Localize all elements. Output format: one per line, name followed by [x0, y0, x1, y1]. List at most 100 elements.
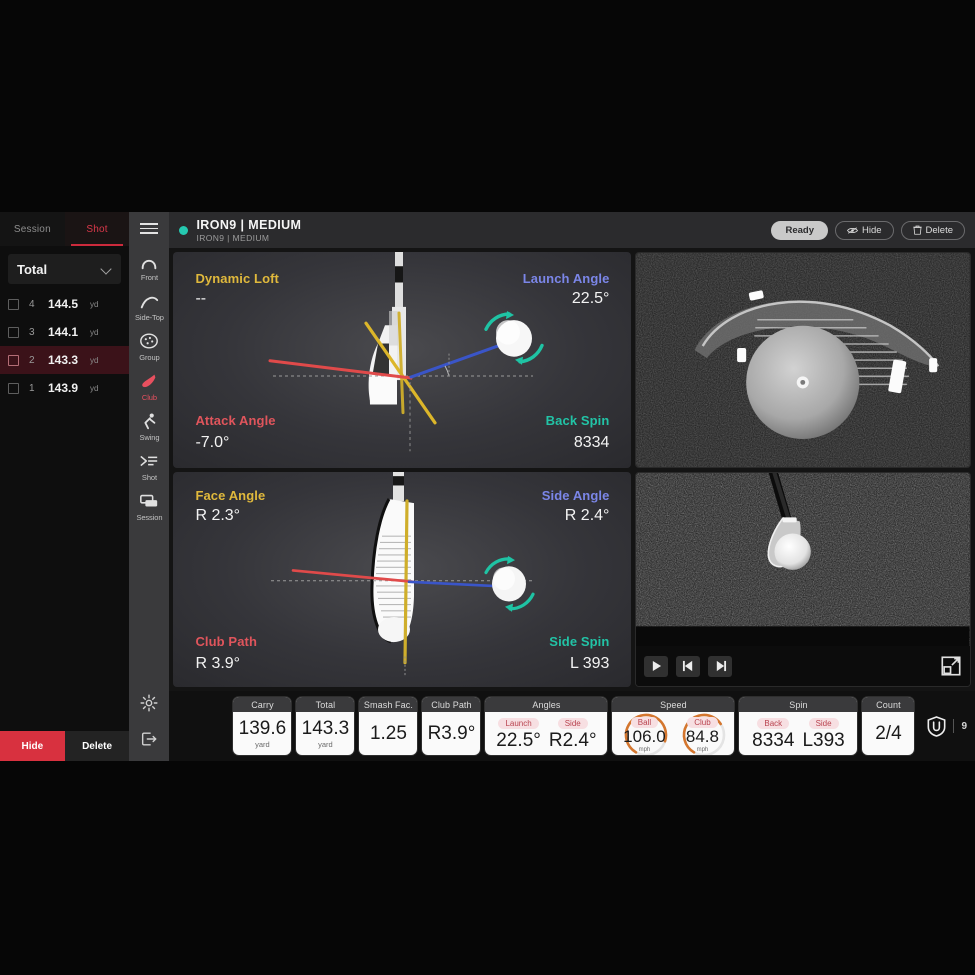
- impact-camera-face-on[interactable]: [635, 252, 971, 468]
- stat-body: 1.25: [359, 712, 417, 755]
- stat-body: Launch 22.5° Side R2.4°: [485, 712, 607, 755]
- tab-shot[interactable]: Shot: [64, 212, 130, 246]
- face-angle-label: Face Angle: [195, 487, 266, 503]
- stat-body: 2/4: [862, 712, 914, 755]
- metric-select-value: Total: [17, 261, 48, 277]
- hamburger-menu-icon[interactable]: [140, 220, 159, 234]
- shot-row[interactable]: 3 144.1 yd: [0, 318, 129, 346]
- club-speed-gauge: Club 84.8 mph: [677, 712, 727, 755]
- ball-speed-value: 106.0: [623, 727, 666, 746]
- stat-card-angles: Angles Launch 22.5° Side R2.4°: [485, 697, 608, 755]
- total-value: 143.3: [301, 717, 350, 739]
- side-angle-value: R 2.4°: [564, 506, 610, 524]
- side-badge: Side: [557, 717, 588, 729]
- shot-checkbox[interactable]: [8, 382, 19, 394]
- metric-select[interactable]: Total: [8, 254, 122, 284]
- stat-card-count: Count 2/4: [862, 697, 915, 755]
- shot-index: 2: [29, 354, 35, 366]
- hide-button[interactable]: Hide: [0, 731, 65, 761]
- dynamic-loft-label: Dynamic Loft: [195, 271, 279, 286]
- stat-card-total: Total 143.3 yard: [296, 697, 355, 755]
- top-down-diagram: [271, 471, 536, 677]
- stat-title: Speed: [612, 697, 735, 712]
- rail-label: Session: [136, 513, 163, 522]
- delete-button[interactable]: Delete: [64, 731, 130, 761]
- stat-body: R3.9°: [422, 712, 480, 755]
- stat-card-club-path: Club Path R3.9°: [422, 697, 481, 755]
- back-spin-value: 8334: [573, 433, 610, 451]
- total-unit: yard: [318, 739, 333, 749]
- club-icon: [142, 374, 156, 388]
- shot-list-icon: [140, 455, 158, 467]
- play-button[interactable]: [644, 655, 669, 677]
- club-path-value: R 3.9°: [195, 655, 241, 672]
- launch-angle-value: 22.5°: [571, 290, 610, 307]
- shot-row[interactable]: 2 143.3 yd: [0, 346, 130, 374]
- header-delete-button[interactable]: Delete: [900, 220, 965, 240]
- rail-item-side-top[interactable]: Side-Top: [129, 286, 169, 326]
- club-top-down-visualization: Face Angle R 2.3° Side Angle R 2.4° Club…: [173, 471, 632, 687]
- side-spin-label: Side Spin: [549, 634, 610, 649]
- rail-label: Club: [141, 393, 157, 402]
- rail-label: Group: [139, 353, 160, 362]
- header-hide-label: Hide: [861, 224, 882, 236]
- side-angle-label: Side Angle: [541, 487, 610, 503]
- shot-unit: yd: [90, 299, 99, 309]
- rail-item-group[interactable]: Group: [129, 326, 169, 366]
- shot-checkbox[interactable]: [8, 326, 19, 338]
- side-top-view-icon: [141, 296, 159, 309]
- shot-list[interactable]: 4 144.5 yd 3 144.1 yd 2 143.3 yd 1 143.9 yd: [0, 290, 130, 731]
- step-backward-icon: [682, 660, 693, 672]
- shot-row[interactable]: 1 143.9 yd: [0, 374, 129, 402]
- side-angle-stat-value: R2.4°: [548, 729, 597, 751]
- stat-body: 143.3 yard: [296, 712, 354, 755]
- group-dispersion-icon: [140, 333, 159, 349]
- stat-title: Angles: [485, 697, 608, 712]
- brand-divider: [953, 719, 955, 733]
- stat-body: Back 8334 Side L393: [739, 712, 857, 755]
- stat-title: Carry: [233, 697, 292, 712]
- launch-badge: Launch: [498, 717, 539, 729]
- shot-checkbox[interactable]: [8, 354, 19, 366]
- header-hide-button[interactable]: Hide: [834, 220, 894, 240]
- stat-body: Ball 106.0 mph Club 84.8 mph: [612, 712, 734, 755]
- side-spin-stat-value: L393: [802, 729, 845, 751]
- header-actions: Ready Hide Delete: [771, 220, 965, 240]
- step-backward-button[interactable]: [676, 655, 701, 677]
- rail-item-front[interactable]: Front: [129, 246, 169, 286]
- shot-unit: yd: [90, 327, 99, 337]
- rail-item-session[interactable]: Session: [129, 486, 169, 526]
- expand-fullscreen-icon[interactable]: [940, 655, 962, 677]
- step-forward-button[interactable]: [708, 655, 733, 677]
- shot-checkbox[interactable]: [8, 298, 19, 310]
- gear-icon[interactable]: [139, 693, 159, 713]
- sidebar-tabs: Session Shot: [0, 212, 130, 246]
- attack-angle-value: -7.0°: [195, 433, 230, 451]
- launch-stat-value: 22.5°: [496, 729, 541, 751]
- page-subtitle: IRON9 | MEDIUM: [196, 232, 270, 243]
- shot-unit: yd: [90, 383, 99, 393]
- page-title: IRON9 | MEDIUM: [196, 217, 302, 232]
- shot-value: 143.3: [48, 353, 79, 367]
- back-spin-stat-value: 8334: [752, 729, 795, 751]
- stat-title: Count: [862, 697, 915, 712]
- stat-title: Spin: [739, 697, 858, 712]
- uneekor-shield-logo: [927, 715, 946, 737]
- top-down-camera-frame: [636, 472, 970, 646]
- logout-icon[interactable]: [139, 729, 159, 749]
- impact-camera-top-down[interactable]: [635, 471, 971, 687]
- content-grid: Dynamic Loft -- Launch Angle 22.5° Attac…: [169, 248, 975, 691]
- rail-label: Swing: [139, 433, 160, 442]
- shot-row[interactable]: 4 144.5 yd: [0, 290, 129, 318]
- tab-session[interactable]: Session: [0, 212, 65, 246]
- main-area: IRON9 | MEDIUM IRON9 | MEDIUM Ready Hide: [169, 212, 975, 761]
- stat-card-spin: Spin Back 8334 Side L393: [739, 697, 858, 755]
- rail-item-club[interactable]: Club: [129, 366, 169, 406]
- rail-item-shot[interactable]: Shot: [129, 446, 169, 486]
- status-dot-icon: [179, 225, 189, 235]
- shot-sidebar: Session Shot Total 4 144.5 yd 3 144.1 yd 2 143.…: [0, 212, 130, 761]
- shot-value: 143.9: [48, 381, 79, 395]
- rail-item-swing[interactable]: Swing: [129, 406, 169, 446]
- club-header-bar: IRON9 | MEDIUM IRON9 | MEDIUM Ready Hide: [169, 212, 975, 248]
- shot-value: 144.1: [48, 325, 79, 339]
